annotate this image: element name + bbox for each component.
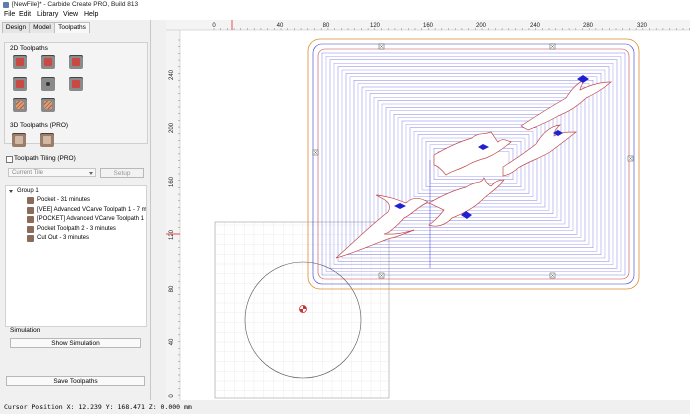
expand-caret-icon[interactable] bbox=[9, 190, 13, 193]
toolpath-item[interactable]: Pocket - 31 minutes bbox=[6, 196, 146, 205]
shark-shape bbox=[428, 177, 505, 227]
x-tick-label: 160 bbox=[423, 23, 434, 29]
toolpath-buttons-panel: 2D Toolpaths 3D Toolpaths (PRO) bbox=[4, 42, 148, 144]
menu-file[interactable]: File bbox=[4, 11, 15, 18]
menu-help[interactable]: Help bbox=[84, 11, 98, 18]
advanced-vcarve-icon[interactable] bbox=[69, 77, 83, 91]
show-simulation-button[interactable]: Show Simulation bbox=[10, 338, 141, 348]
2d-toolpaths-label: 2D Toolpaths bbox=[10, 45, 48, 52]
canvas-svg: 0 40 80 120 160 200 240 280 320 240 200 … bbox=[166, 20, 690, 400]
toolpath-item-label: Pocket - 31 minutes bbox=[37, 197, 91, 203]
y-tick-label: 80 bbox=[169, 285, 175, 292]
toolpath-item-label: Pocket Toolpath 2 - 3 minutes bbox=[37, 225, 116, 232]
shark-shape bbox=[433, 131, 512, 176]
toolpath-item[interactable]: [POCKET] Advanced VCarve Toolpath 1 - E.… bbox=[6, 215, 146, 224]
toolpath-item-label: [POCKET] Advanced VCarve Toolpath 1 - E.… bbox=[37, 216, 146, 222]
app-icon bbox=[3, 2, 9, 8]
tab-design[interactable]: Design bbox=[2, 22, 30, 33]
x-tick-label: 80 bbox=[323, 23, 330, 29]
status-bar: Cursor Position X: 12.239 Y: 168.471 Z: … bbox=[0, 400, 690, 414]
save-toolpaths-button[interactable]: Save Toolpaths bbox=[6, 376, 145, 386]
tree-group-label: Group 1 bbox=[17, 188, 39, 194]
y-tick-label: 200 bbox=[169, 122, 175, 133]
3d-finish-icon[interactable] bbox=[40, 133, 54, 147]
toolpath-item-label: Cut Out - 3 minutes bbox=[37, 235, 90, 241]
vcarve-toolpath-icon bbox=[27, 206, 34, 214]
x-tick-label: 120 bbox=[370, 23, 381, 29]
contour-toolpath-icon bbox=[27, 235, 34, 242]
tiling-label: Toolpath Tiling (PRO) bbox=[14, 155, 76, 162]
tiling-checkbox[interactable] bbox=[6, 156, 13, 163]
drill-toolpath-icon[interactable] bbox=[41, 77, 55, 91]
current-tile-value: Current Tile bbox=[12, 170, 44, 176]
3d-toolpaths-label: 3D Toolpaths (PRO) bbox=[10, 122, 69, 129]
x-tick-label: 200 bbox=[476, 23, 487, 29]
vcarve-fill bbox=[577, 75, 589, 83]
menu-bar: File Edit Library View Help bbox=[0, 10, 690, 20]
window-title: [NewFile]* - Carbide Create PRO, Build 8… bbox=[12, 1, 139, 8]
toolpath-tree: Group 1 Pocket - 31 minutes [VEE] Advanc… bbox=[5, 185, 147, 327]
menu-view[interactable]: View bbox=[63, 11, 78, 18]
origin-marker-icon bbox=[299, 305, 307, 313]
pocket-toolpath-icon bbox=[27, 225, 34, 233]
toolpath-item[interactable]: [VEE] Advanced VCarve Toolpath 1 - 7 min… bbox=[6, 206, 146, 215]
simulation-label: Simulation bbox=[10, 327, 41, 334]
vcarve-toolpath-icon bbox=[27, 216, 34, 223]
y-tick-label: 240 bbox=[169, 69, 175, 80]
pocket-toolpath-icon bbox=[27, 197, 34, 204]
x-tick-label: 240 bbox=[530, 23, 541, 29]
toolpath-item-label: [VEE] Advanced VCarve Toolpath 1 - 7 min… bbox=[37, 206, 146, 213]
y-tick-label: 120 bbox=[169, 229, 175, 240]
menu-library[interactable]: Library bbox=[37, 11, 58, 18]
x-tick-label: 320 bbox=[637, 23, 648, 29]
toolpath-item[interactable]: Pocket Toolpath 2 - 3 minutes bbox=[6, 225, 146, 234]
3d-rough-icon[interactable] bbox=[12, 133, 26, 147]
texture-toolpath-icon[interactable] bbox=[13, 98, 27, 112]
title-bar: [NewFile]* - Carbide Create PRO, Build 8… bbox=[0, 0, 690, 10]
toolpath-item[interactable]: Cut Out - 3 minutes bbox=[6, 234, 146, 243]
tab-model[interactable]: Model bbox=[29, 22, 55, 33]
design-canvas[interactable]: 0 40 80 120 160 200 240 280 320 240 200 … bbox=[166, 20, 690, 400]
contour-toolpath-icon[interactable] bbox=[13, 55, 27, 69]
y-tick-label: 160 bbox=[169, 176, 175, 187]
y-tick-label: 40 bbox=[169, 338, 175, 345]
chevron-down-icon bbox=[89, 172, 93, 175]
menu-edit[interactable]: Edit bbox=[19, 11, 31, 18]
shark-shape bbox=[520, 79, 612, 131]
pocket-toolpath-icon[interactable] bbox=[41, 55, 55, 69]
left-panel: Design Model Toolpaths 2D Toolpaths 3D T… bbox=[0, 20, 151, 400]
shark-vector-group bbox=[335, 79, 612, 259]
tab-toolpaths[interactable]: Toolpaths bbox=[54, 22, 90, 33]
chamfer-toolpath-icon[interactable] bbox=[13, 77, 27, 91]
x-tick-label: 40 bbox=[277, 23, 284, 29]
tree-group-row[interactable]: Group 1 bbox=[6, 187, 146, 196]
vcarve-toolpath-icon[interactable] bbox=[69, 55, 83, 69]
tile-setup-button[interactable]: Setup bbox=[100, 168, 144, 178]
x-tick-label: 280 bbox=[583, 23, 594, 29]
current-tile-select[interactable]: Current Tile bbox=[8, 168, 96, 177]
rest-machining-icon[interactable] bbox=[41, 98, 55, 112]
